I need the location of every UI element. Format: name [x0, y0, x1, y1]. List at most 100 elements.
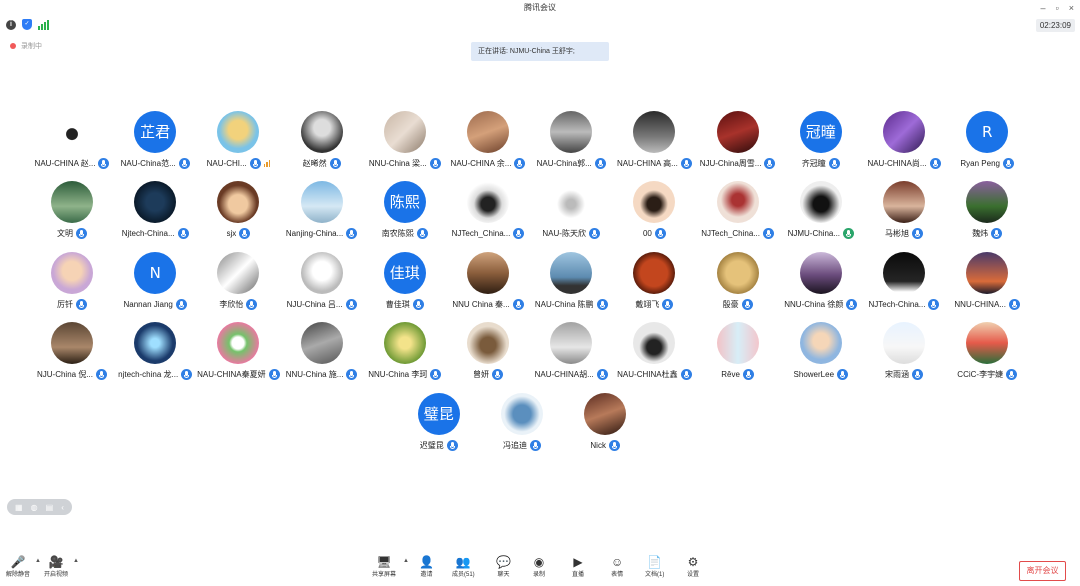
participant-avatar [633, 181, 676, 223]
documents-button[interactable]: 📄 文档(1) [645, 555, 664, 586]
participant-name: 曹佳琪 [385, 299, 410, 309]
microphone-muted-icon [912, 368, 923, 380]
live-button[interactable]: ▶ 直播 [572, 555, 584, 586]
participant-name: NJTech-China... [868, 299, 926, 309]
members-label: 成员(51) [452, 572, 475, 578]
participant-tile[interactable]: 魏炜 [927, 181, 1047, 241]
participant-avatar [134, 181, 177, 223]
record-icon: ◉ [533, 555, 545, 569]
participant-avatar [550, 111, 593, 153]
participant-name: 曾妍 [473, 369, 489, 379]
start-video-button[interactable]: 🎥 开启视频 [44, 555, 68, 586]
participant-avatar [51, 181, 93, 223]
documents-label: 文档(1) [645, 572, 665, 578]
participant-name: ShowerLee [793, 369, 835, 379]
participant-name: NAU-CHINA杜鑫 [617, 369, 678, 379]
participant-avatar [467, 111, 509, 153]
participant-name: Rêve [721, 369, 740, 379]
participant-name: NAU-China 陈鹏 [534, 299, 594, 309]
participant-name: NJTech_China... [701, 228, 760, 238]
participant-name: Nick [590, 440, 606, 450]
microphone-muted-icon [991, 227, 1003, 239]
bottom-toolbar: 🎤 解除静音 ▲ 🎥 开启视频 ▲ 🖥 共享屏幕 ▲ 👤 邀请 👥 成员(51)… [0, 555, 1080, 586]
emoji-button[interactable]: ☺ 表情 [611, 555, 623, 586]
participant-avatar [799, 181, 842, 223]
participant-name: NJTech_China... [451, 228, 511, 238]
participant-name: 马彬旭 [885, 228, 909, 238]
participant-name: NAU-CHINA 余... [450, 158, 512, 168]
participant-avatar [966, 322, 1009, 364]
participant-avatar [633, 252, 676, 294]
microphone-muted-icon [1002, 157, 1014, 169]
participant-name: NJU-China 吕... [286, 299, 343, 309]
participant-name: NNU-China 施... [285, 369, 344, 379]
participant-avatar: 佳琪 [383, 252, 426, 294]
chat-button[interactable]: 💬 聊天 [496, 555, 511, 586]
participant-name: Nanjing-China... [285, 228, 344, 238]
leave-meeting-button[interactable]: 离开会议 [1019, 561, 1066, 581]
participant-tile[interactable]: NNU-CHINA... [927, 252, 1047, 312]
grid-view-icon[interactable]: ▦ [15, 503, 23, 512]
settings-button[interactable]: ⚙ 设置 [687, 555, 699, 586]
collapse-icon[interactable]: ‹ [61, 503, 64, 512]
share-options-caret-icon[interactable]: ▲ [403, 558, 409, 564]
participant-avatar [799, 252, 842, 294]
share-screen-button[interactable]: 🖥 共享屏幕 [372, 555, 396, 586]
unmute-label: 解除静音 [6, 572, 31, 578]
participant-name: 魏炜 [972, 228, 989, 238]
members-icon: 👥 [455, 555, 471, 569]
video-options-caret-icon[interactable]: ▲ [73, 558, 79, 564]
share-screen-label: 共享屏幕 [372, 572, 397, 578]
microphone-muted-icon [329, 157, 341, 169]
participant-avatar [633, 322, 676, 364]
settings-label: 设置 [687, 572, 700, 578]
mic-options-caret-icon[interactable]: ▲ [35, 558, 41, 564]
microphone-muted-icon [654, 227, 666, 239]
invite-button[interactable]: 👤 邀请 [419, 555, 434, 586]
live-stream-icon: ▶ [573, 555, 583, 569]
participant-name: Nannan Jiang [123, 299, 173, 309]
gallery-view-controls[interactable]: ▦ ◍ ▤ ‹ [7, 499, 72, 515]
participant-name: 冯追迪 [503, 440, 527, 450]
unmute-button[interactable]: 🎤 解除静音 [6, 555, 30, 586]
speaker-view-icon[interactable]: ◍ [31, 503, 38, 512]
participant-avatar: 芷君 [134, 111, 177, 153]
participant-tile[interactable]: Nick [545, 393, 665, 453]
participant-avatar: N [134, 252, 177, 294]
live-label: 直播 [572, 572, 585, 578]
microphone-muted-icon [608, 439, 620, 451]
participant-name: NAU-CHINA尚... [867, 158, 927, 168]
microphone-muted-icon [412, 298, 424, 310]
microphone-muted-icon [249, 157, 261, 169]
participant-name-row: 魏炜 [927, 226, 1047, 240]
participant-name: 迟璧昆 [419, 440, 444, 450]
participant-name: NAU-China范... [120, 158, 176, 168]
participant-avatar: 陈熙 [383, 181, 426, 223]
microphone-muted-icon [446, 439, 458, 451]
participant-avatar [300, 111, 343, 153]
start-video-label: 开启视频 [44, 572, 69, 578]
microphone-muted-icon [741, 298, 753, 310]
list-view-icon[interactable]: ▤ [46, 503, 54, 512]
invite-icon: 👤 [419, 555, 434, 569]
participant-avatar [217, 181, 260, 223]
participant-name: njtech-china 龙... [118, 369, 179, 379]
participant-avatar [716, 252, 759, 294]
participant-avatar [633, 111, 676, 153]
participant-name: NJMU-China... [787, 228, 841, 238]
participant-tile[interactable]: R Ryan Peng [927, 111, 1047, 171]
invite-label: 邀请 [420, 572, 433, 578]
microphone-muted-icon [1008, 298, 1020, 310]
participant-avatar [217, 252, 260, 294]
members-button[interactable]: 👥 成员(51) [452, 555, 475, 586]
participant-tile[interactable]: CCiC-李宇婕 [927, 322, 1047, 382]
participant-name: Ryan Peng [960, 158, 1000, 168]
microphone-muted-icon [76, 227, 87, 239]
microphone-muted-icon [742, 368, 754, 380]
participant-avatar: 璧昆 [417, 393, 460, 435]
participant-avatar [467, 252, 509, 294]
microphone-muted-icon [76, 298, 87, 310]
participant-name-row: NNU-CHINA... [927, 297, 1047, 311]
record-button[interactable]: ◉ 录制 [533, 555, 545, 586]
participant-name: NAU-陈天欣 [542, 228, 586, 238]
